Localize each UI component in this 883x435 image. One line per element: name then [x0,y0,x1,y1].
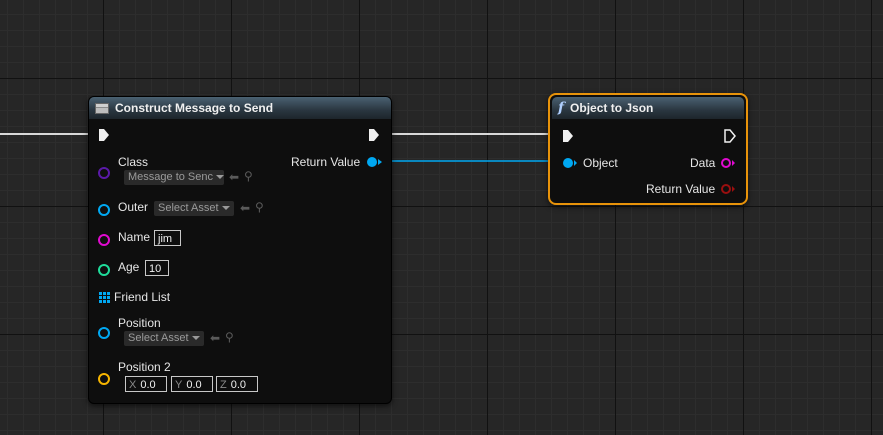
object-to-json-header[interactable]: f Object to Json [552,97,744,119]
object-pin[interactable] [562,157,578,169]
exec-out-pin[interactable] [724,129,736,143]
outer-dropdown-value: Select Asset [158,202,219,214]
z-value: 0.0 [230,379,247,391]
return-value-label: Return Value [291,155,361,169]
name-label: Name [118,230,151,244]
data-label: Data [690,156,716,170]
chevron-down-icon [191,336,200,341]
chevron-down-icon [221,206,230,211]
class-label: Class [118,155,149,169]
outer-label: Outer [118,200,149,214]
construct-node[interactable]: Construct Message to Send Return Value C… [88,96,392,404]
object-label: Object [583,156,618,170]
return-value-pin[interactable] [720,183,736,195]
position2-x-field[interactable]: X 0.0 [125,376,167,392]
position2-label: Position 2 [118,360,171,374]
outer-pin[interactable] [98,204,110,216]
age-value: 10 [149,263,162,275]
z-axis-label: Z [220,379,227,391]
friend-list-label: Friend List [114,290,171,304]
exec-in-pin[interactable] [562,129,574,143]
function-icon: f [558,100,565,116]
position2-pin[interactable] [98,373,110,385]
exec-in-pin[interactable] [98,128,110,142]
magnifier-icon[interactable]: ⚲ [255,200,264,214]
y-axis-label: Y [175,379,183,391]
left-arrow-icon[interactable]: ⬅ [240,201,250,215]
position2-y-field[interactable]: Y 0.0 [171,376,213,392]
class-pin[interactable] [98,167,110,179]
position-dropdown[interactable]: Select Asset [124,331,204,346]
class-dropdown-value: Message to Senc [128,171,213,183]
age-pin[interactable] [98,264,110,276]
array-grid-icon[interactable] [99,292,110,303]
return-value-label: Return Value [646,182,716,196]
position2-z-field[interactable]: Z 0.0 [216,376,258,392]
struct-icon [95,102,109,114]
age-field[interactable]: 10 [145,260,169,276]
y-value: 0.0 [186,379,202,391]
construct-node-header[interactable]: Construct Message to Send [89,97,391,119]
data-pin[interactable] [720,157,736,169]
position-dropdown-value: Select Asset [128,332,189,344]
name-pin[interactable] [98,234,110,246]
class-dropdown[interactable]: Message to Senc [124,170,224,185]
position-pin[interactable] [98,327,110,339]
age-label: Age [118,260,140,274]
exec-out-pin[interactable] [368,128,380,142]
object-to-json-node[interactable]: f Object to Json Object Data Return Valu… [548,93,748,205]
magnifier-icon[interactable]: ⚲ [244,169,253,183]
left-arrow-icon[interactable]: ⬅ [229,170,239,184]
chevron-down-icon [216,175,224,180]
x-value: 0.0 [140,379,156,391]
name-field[interactable]: jim [154,230,181,246]
outer-dropdown[interactable]: Select Asset [154,201,234,216]
construct-node-title: Construct Message to Send [115,101,274,115]
name-value: jim [158,233,173,245]
object-to-json-title: Object to Json [570,101,654,115]
x-axis-label: X [129,379,137,391]
left-arrow-icon[interactable]: ⬅ [210,331,220,345]
position-label: Position [118,316,161,330]
magnifier-icon[interactable]: ⚲ [225,330,234,344]
return-value-pin[interactable] [367,156,383,168]
